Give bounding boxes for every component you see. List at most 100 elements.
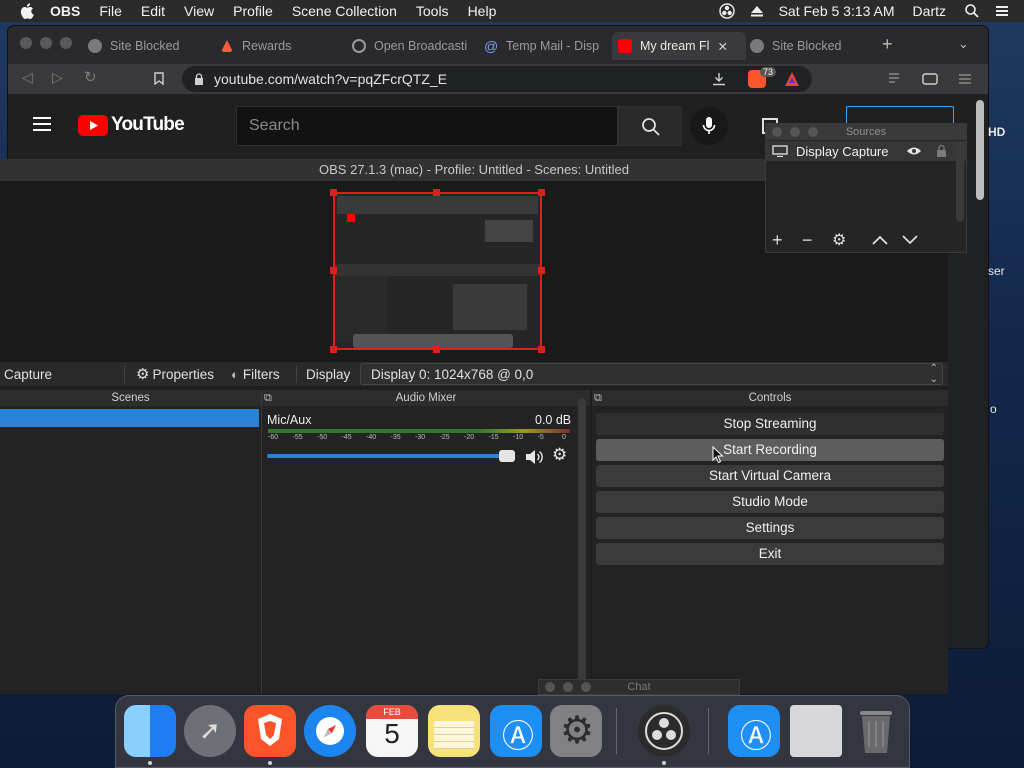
move-down-chevron-icon[interactable] [902, 235, 918, 245]
undock-icon[interactable]: ⧉ [264, 390, 272, 406]
bookmark-icon[interactable] [154, 72, 164, 85]
dock-minimize-button[interactable] [563, 682, 573, 692]
window-zoom-button[interactable] [60, 37, 72, 49]
safari-icon[interactable] [304, 705, 356, 757]
exit-button[interactable]: Exit [596, 543, 944, 565]
start-recording-button[interactable]: Start Recording [596, 439, 944, 461]
finder-icon[interactable] [124, 705, 176, 757]
lock-icon[interactable] [936, 144, 947, 157]
browser-scrollbar[interactable] [976, 100, 984, 200]
reload-icon[interactable]: ↻ [84, 68, 97, 86]
download-icon[interactable] [712, 72, 726, 86]
menu-file[interactable]: File [99, 3, 122, 19]
apple-logo-icon[interactable] [20, 3, 34, 19]
scene-item-selected[interactable] [0, 409, 259, 427]
resize-handle[interactable] [538, 267, 545, 274]
move-up-chevron-icon[interactable] [872, 235, 888, 245]
forward-arrow-icon[interactable]: ▷ [52, 69, 63, 86]
undock-icon[interactable]: ⧉ [594, 390, 602, 406]
start-virtual-camera-button[interactable]: Start Virtual Camera [596, 465, 944, 487]
volume-slider-thumb[interactable] [499, 450, 515, 462]
resize-handle[interactable] [330, 267, 337, 274]
launchpad-icon[interactable]: ➚ [184, 705, 236, 757]
browser-menu-icon[interactable] [958, 72, 972, 86]
dock-zoom-button[interactable] [808, 127, 818, 137]
window-minimize-button[interactable] [40, 37, 52, 49]
gear-icon: ⚙ [136, 366, 150, 383]
documents-stack-icon[interactable] [790, 705, 842, 757]
new-tab-icon[interactable]: + [882, 34, 893, 55]
menu-help[interactable]: Help [468, 3, 497, 19]
resize-handle[interactable] [538, 346, 545, 353]
trash-icon[interactable] [850, 705, 902, 757]
menu-user[interactable]: Dartz [913, 3, 946, 19]
menu-edit[interactable]: Edit [141, 3, 165, 19]
spotlight-search-icon[interactable] [964, 3, 980, 19]
brave-rewards-icon[interactable] [784, 71, 800, 87]
source-item-display-capture[interactable]: Display Capture [766, 141, 966, 161]
browser-tab[interactable]: Rewards [220, 32, 344, 60]
menu-view[interactable]: View [184, 3, 214, 19]
system-preferences-icon[interactable]: ⚙ [550, 705, 602, 757]
resize-handle[interactable] [433, 346, 440, 353]
dock-close-button[interactable] [772, 127, 782, 137]
visibility-eye-icon[interactable] [906, 146, 922, 156]
sources-dock-title: Sources [766, 124, 966, 140]
mouse-cursor-icon [712, 446, 724, 464]
properties-button[interactable]: ⚙ Properties [136, 365, 214, 383]
app-store-icon[interactable]: Ⓐ [490, 705, 542, 757]
menu-clock[interactable]: Sat Feb 5 3:13 AM [779, 3, 895, 19]
display-capture-preview[interactable] [333, 192, 542, 350]
brave-browser-icon[interactable] [244, 705, 296, 757]
notes-icon[interactable] [428, 705, 480, 757]
resize-handle[interactable] [330, 346, 337, 353]
studio-mode-button[interactable]: Studio Mode [596, 491, 944, 513]
tab-list-chevron-icon[interactable]: ⌄ [958, 36, 969, 52]
volume-slider-track[interactable] [267, 450, 515, 462]
browser-tab[interactable]: Open Broadcasti [352, 32, 476, 60]
calendar-icon[interactable]: FEB 5 [366, 705, 418, 757]
filters-button[interactable]: ◐ Filters [231, 367, 280, 382]
control-center-icon[interactable] [994, 3, 1010, 19]
menu-tools[interactable]: Tools [416, 3, 449, 19]
browser-tab[interactable]: @ Temp Mail - Disp [484, 32, 608, 60]
youtube-voice-search-button[interactable] [690, 107, 728, 145]
wallet-icon[interactable] [922, 72, 938, 86]
dock-minimize-button[interactable] [790, 127, 800, 137]
playlist-icon[interactable] [888, 72, 904, 86]
resize-handle[interactable] [538, 189, 545, 196]
at-icon: @ [484, 38, 499, 54]
dock-close-button[interactable] [545, 682, 555, 692]
browser-tab[interactable]: Site Blocked [88, 32, 212, 60]
source-properties-gear-icon[interactable]: ⚙ [832, 230, 846, 250]
youtube-search-input[interactable]: Search [236, 106, 618, 146]
app-store-downloads-icon[interactable]: Ⓐ [728, 705, 780, 757]
youtube-logo[interactable]: YouTube [78, 114, 185, 136]
browser-tab[interactable]: Site Blocked [748, 32, 872, 60]
resize-handle[interactable] [433, 189, 440, 196]
settings-button[interactable]: Settings [596, 517, 944, 539]
mixer-scrollbar[interactable] [578, 398, 586, 688]
window-close-button[interactable] [20, 37, 32, 49]
mixer-settings-gear-icon[interactable]: ⚙ [552, 445, 567, 465]
eject-icon[interactable] [749, 3, 765, 19]
obs-status-icon[interactable] [718, 3, 735, 19]
tab-close-icon[interactable]: ✕ [717, 39, 727, 54]
menu-scene-collection[interactable]: Scene Collection [292, 3, 397, 19]
browser-tab-active[interactable]: My dream Fl ✕ [612, 32, 746, 60]
menu-app-name[interactable]: OBS [50, 3, 80, 19]
speaker-icon[interactable] [524, 448, 544, 466]
dock-zoom-button[interactable] [581, 682, 591, 692]
resize-handle[interactable] [330, 189, 337, 196]
address-bar[interactable]: youtube.com/watch?v=pqZFcrQTZ_E 73 [182, 66, 812, 92]
display-select[interactable]: Display 0: 1024x768 @ 0,0 ⌃ ⌄ [360, 363, 943, 385]
add-source-icon[interactable]: + [772, 230, 783, 251]
youtube-search-button[interactable] [618, 106, 682, 146]
remove-source-icon[interactable]: − [802, 230, 813, 251]
back-arrow-icon[interactable]: ◁ [22, 69, 33, 86]
sources-scrollbar[interactable] [956, 142, 964, 222]
stop-streaming-button[interactable]: Stop Streaming [596, 413, 944, 435]
menu-profile[interactable]: Profile [233, 3, 273, 19]
obs-icon[interactable] [638, 705, 690, 757]
hamburger-menu-icon[interactable] [32, 116, 52, 132]
